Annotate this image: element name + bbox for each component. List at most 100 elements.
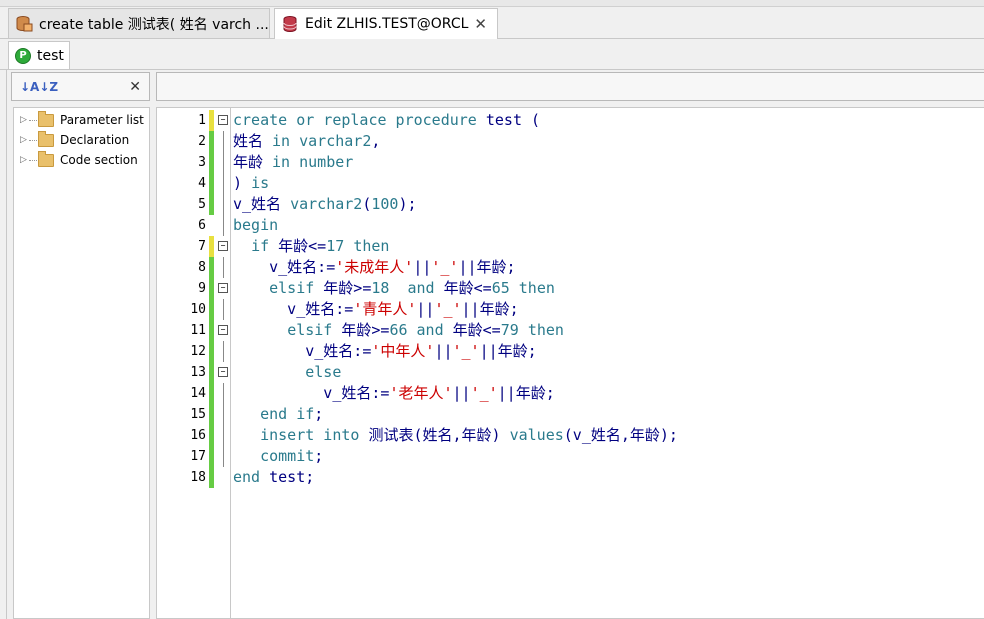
procedure-badge-icon: P xyxy=(15,47,31,64)
code-text: end if; xyxy=(233,404,323,425)
fold-toggle-icon[interactable]: − xyxy=(218,115,228,125)
tab-test[interactable]: P test xyxy=(8,41,70,69)
text-token: ; xyxy=(314,405,324,423)
string-token: '_' xyxy=(452,342,480,360)
code-text: create or replace procedure test ( xyxy=(233,110,540,131)
fold-toggle-icon[interactable]: − xyxy=(218,325,228,335)
keyword-token: else xyxy=(305,363,342,381)
tab-label: create table 测试表( 姓名 varch ... xyxy=(39,16,269,33)
keyword-token: commit xyxy=(260,447,315,465)
object-tab-bar: P test xyxy=(0,39,984,70)
tab-label: test xyxy=(37,47,64,64)
code-line[interactable]: 4) is xyxy=(157,173,983,194)
keyword-token: 66 xyxy=(389,321,408,339)
code-line[interactable]: 11 − elsif 年龄>=66 and 年龄<=79 then xyxy=(157,320,983,341)
keyword-token: then xyxy=(353,237,390,255)
folder-icon xyxy=(38,130,54,147)
fold-guide xyxy=(223,194,224,215)
code-line[interactable]: 15 end if; xyxy=(157,404,983,425)
code-line[interactable]: 1 − create or replace procedure test ( xyxy=(157,110,983,131)
text-token: || xyxy=(452,384,471,402)
text-token: , xyxy=(371,132,381,150)
editor-toolbar xyxy=(156,72,984,101)
code-text: v_姓名:='青年人'||'_'||年龄; xyxy=(233,299,519,320)
text-token: v_姓名:= xyxy=(233,384,390,402)
code-editor[interactable]: 1− create or replace procedure test ( 2 姓名 … xyxy=(156,107,984,619)
tab-edit-procedure[interactable]: Edit ZLHIS.TEST@ORCL ✕ xyxy=(274,8,498,39)
text-token: 姓名 xyxy=(233,132,273,150)
code-line[interactable]: 12 v_姓名:='中年人'||'_'||年龄; xyxy=(157,341,983,362)
tree-item-parameter-list[interactable]: ▷ Parameter list xyxy=(20,110,144,130)
line-number: 3 xyxy=(198,155,206,170)
fold-toggle-icon[interactable]: − xyxy=(218,241,228,251)
line-number: 10 xyxy=(190,302,206,317)
code-line[interactable]: 17 commit; xyxy=(157,446,983,467)
fold-toggle-icon[interactable]: − xyxy=(218,367,228,377)
text-token: ||年龄; xyxy=(461,300,519,318)
keyword-token: then xyxy=(518,279,555,297)
change-marker xyxy=(209,425,214,446)
window-top-strip xyxy=(0,0,984,7)
code-line[interactable]: 8 v_姓名:='未成年人'||'_'||年龄; xyxy=(157,257,983,278)
change-marker xyxy=(209,173,214,194)
code-line[interactable]: 7 − if 年龄<=17 then xyxy=(157,236,983,257)
string-token: '青年人' xyxy=(353,300,417,318)
text-token: v_姓名:= xyxy=(233,258,336,276)
fold-toggle-icon[interactable]: − xyxy=(218,283,228,293)
string-token: '_' xyxy=(431,258,459,276)
tree-item-declaration[interactable]: ▷ Declaration xyxy=(20,130,129,150)
text-token: ||年龄; xyxy=(497,384,555,402)
text-token: (v_姓名,年龄); xyxy=(563,426,678,444)
text-token: test; xyxy=(260,468,315,486)
change-marker xyxy=(209,320,214,341)
text-token: || xyxy=(434,342,453,360)
code-line[interactable]: 2 姓名 in varchar2, xyxy=(157,131,983,152)
code-line[interactable]: 3 年龄 in number xyxy=(157,152,983,173)
code-line[interactable]: 13 − else xyxy=(157,362,983,383)
keyword-token: values xyxy=(509,426,564,444)
code-line[interactable]: 6 begin xyxy=(157,215,983,236)
code-line[interactable]: 18 end test; xyxy=(157,467,983,488)
close-icon[interactable]: ✕ xyxy=(474,15,487,33)
change-marker xyxy=(209,467,214,488)
code-text: if 年龄<=17 then xyxy=(233,236,389,257)
close-icon[interactable]: ✕ xyxy=(129,79,141,95)
expand-arrow-icon[interactable]: ▷ xyxy=(20,135,28,145)
tab-label: Edit ZLHIS.TEST@ORCL xyxy=(305,16,469,32)
code-text: begin xyxy=(233,215,278,236)
code-line[interactable]: 10 v_姓名:='青年人'||'_'||年龄; xyxy=(157,299,983,320)
change-marker xyxy=(209,299,214,320)
tab-create-table[interactable]: create table 测试表( 姓名 varch ... xyxy=(8,8,270,38)
line-number: 16 xyxy=(190,428,206,443)
fold-guide xyxy=(223,131,224,152)
line-number: 4 xyxy=(198,176,206,191)
code-text: 姓名 in varchar2, xyxy=(233,131,380,152)
fold-guide xyxy=(223,173,224,194)
line-number: 17 xyxy=(190,449,206,464)
fold-guide xyxy=(223,215,224,236)
text-token: ); xyxy=(398,195,417,213)
line-number: 2 xyxy=(198,134,206,149)
expand-arrow-icon[interactable]: ▷ xyxy=(20,155,28,165)
change-marker xyxy=(209,341,214,362)
keyword-token: in varchar2 xyxy=(272,132,372,150)
code-line[interactable]: 5 v_姓名 varchar2(100); xyxy=(157,194,983,215)
sort-icon[interactable]: ↓A↓Z xyxy=(20,80,58,94)
keyword-token: 17 xyxy=(326,237,345,255)
string-token: '中年人' xyxy=(371,342,435,360)
code-line[interactable]: 14 v_姓名:='老年人'||'_'||年龄; xyxy=(157,383,983,404)
expand-arrow-icon[interactable]: ▷ xyxy=(20,115,28,125)
code-line[interactable]: 16 insert into 测试表(姓名,年龄) values(v_姓名,年龄… xyxy=(157,425,983,446)
text-token: 年龄<= xyxy=(434,279,492,297)
code-line[interactable]: 9 − elsif 年龄>=18 and 年龄<=65 then xyxy=(157,278,983,299)
keyword-token: 65 xyxy=(491,279,510,297)
keyword-token: and xyxy=(407,279,435,297)
change-marker xyxy=(209,110,214,131)
tree-item-code-section[interactable]: ▷ Code section xyxy=(20,150,138,170)
database-edit-icon xyxy=(283,16,297,33)
